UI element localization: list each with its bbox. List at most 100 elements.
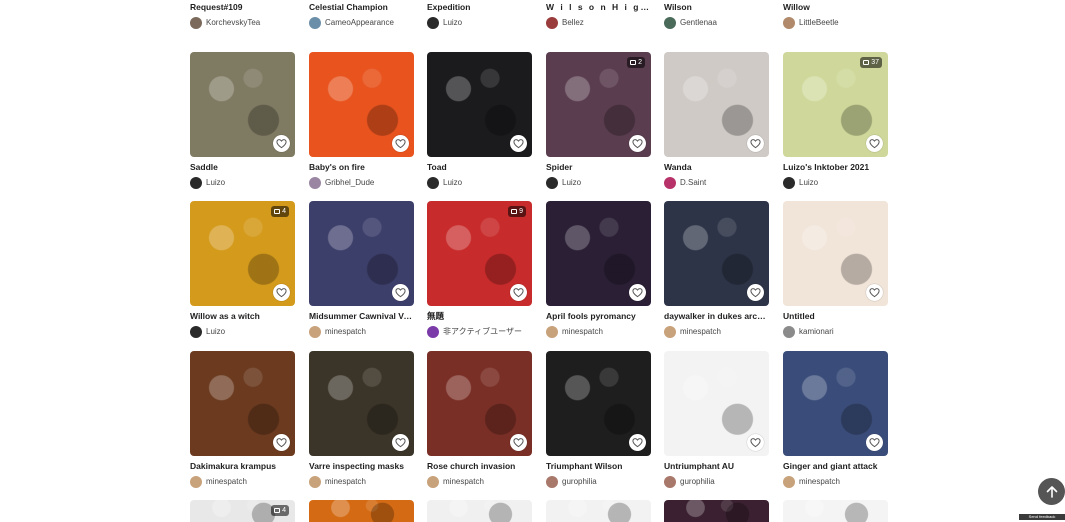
artwork-card[interactable]: Willow LittleBeetle (783, 0, 888, 29)
artwork-thumbnail[interactable] (783, 351, 888, 456)
artist-name[interactable]: gurophilia (680, 476, 715, 488)
artwork-thumbnail[interactable] (664, 500, 769, 522)
artwork-card[interactable]: Baby's on fire Gribhel_Dude (309, 52, 414, 189)
artist-link[interactable]: Luizo (427, 17, 532, 29)
artwork-title[interactable]: 無題 (427, 311, 532, 321)
artist-name[interactable]: Gribhel_Dude (325, 177, 374, 189)
artist-link[interactable]: gurophilia (664, 476, 769, 488)
like-button[interactable] (747, 284, 764, 301)
artwork-card[interactable]: Wilson Gentlenaa (664, 0, 769, 29)
artist-link[interactable]: Luizo (783, 177, 888, 189)
like-button[interactable] (629, 434, 646, 451)
artwork-card[interactable]: 37 Luizo's Inktober 2021 Luizo (783, 52, 888, 189)
send-feedback-button[interactable]: Send feedback (1019, 514, 1065, 520)
artwork-card[interactable]: Celestial Champion CameoAppearance (309, 0, 414, 29)
artwork-card[interactable] (309, 500, 414, 522)
artist-name[interactable]: Luizo (443, 17, 462, 29)
artist-link[interactable]: minespatch (546, 326, 651, 338)
artwork-thumbnail[interactable] (309, 500, 414, 522)
artwork-card[interactable] (783, 500, 888, 522)
like-button[interactable] (510, 284, 527, 301)
artwork-title[interactable]: Ginger and giant attack (783, 461, 888, 471)
avatar[interactable] (309, 17, 321, 29)
avatar[interactable] (546, 326, 558, 338)
avatar[interactable] (427, 17, 439, 29)
artwork-title[interactable]: Expedition (427, 2, 532, 12)
artwork-title[interactable]: Wilson (664, 2, 769, 12)
artwork-title[interactable]: Luizo's Inktober 2021 (783, 162, 888, 172)
artwork-thumbnail[interactable] (664, 201, 769, 306)
artwork-title[interactable]: Baby's on fire (309, 162, 414, 172)
artwork-title[interactable]: April fools pyromancy (546, 311, 651, 321)
artwork-title[interactable]: Toad (427, 162, 532, 172)
artwork-thumbnail[interactable] (546, 201, 651, 306)
avatar[interactable] (783, 326, 795, 338)
artwork-thumbnail[interactable] (309, 52, 414, 157)
artwork-card[interactable]: Toad Luizo (427, 52, 532, 189)
artist-link[interactable]: minespatch (783, 476, 888, 488)
artwork-title[interactable]: Wanda (664, 162, 769, 172)
artist-name[interactable]: minespatch (799, 476, 840, 488)
artist-link[interactable]: Luizo (190, 177, 295, 189)
artwork-title[interactable]: Varre inspecting masks (309, 461, 414, 471)
artist-name[interactable]: Luizo (799, 177, 818, 189)
artist-name[interactable]: D.Saint (680, 177, 706, 189)
artist-link[interactable]: minespatch (309, 476, 414, 488)
artist-name[interactable]: kamionari (799, 326, 834, 338)
artwork-title[interactable]: Saddle (190, 162, 295, 172)
avatar[interactable] (190, 17, 202, 29)
like-button[interactable] (392, 135, 409, 152)
artwork-thumbnail[interactable] (664, 52, 769, 157)
artwork-card[interactable]: 4 Willow as a witch Luizo (190, 201, 295, 338)
artwork-title[interactable]: daywalker in dukes archives (664, 311, 769, 321)
artwork-thumbnail[interactable] (427, 52, 532, 157)
like-button[interactable] (629, 135, 646, 152)
artwork-title[interactable]: Midsummer Cawnival Velka (309, 311, 414, 321)
like-button[interactable] (510, 135, 527, 152)
artist-name[interactable]: KorchevskyTea (206, 17, 260, 29)
artwork-thumbnail[interactable] (190, 351, 295, 456)
artwork-thumbnail[interactable] (546, 500, 651, 522)
like-button[interactable] (866, 284, 883, 301)
like-button[interactable] (510, 434, 527, 451)
artist-name[interactable]: minespatch (325, 326, 366, 338)
artist-link[interactable]: CameoAppearance (309, 17, 414, 29)
artwork-card[interactable]: W i l s o n H i g g s b u r y Bellez (546, 0, 651, 29)
artwork-thumbnail[interactable]: 37 (783, 52, 888, 157)
artwork-card[interactable] (546, 500, 651, 522)
artist-link[interactable]: minespatch (427, 476, 532, 488)
avatar[interactable] (664, 326, 676, 338)
artist-name[interactable]: CameoAppearance (325, 17, 394, 29)
artist-link[interactable]: D.Saint (664, 177, 769, 189)
avatar[interactable] (309, 326, 321, 338)
artist-link[interactable]: Bellez (546, 17, 651, 29)
artist-link[interactable]: Luizo (190, 326, 295, 338)
artwork-title[interactable]: Dakimakura krampus (190, 461, 295, 471)
artwork-thumbnail[interactable] (309, 351, 414, 456)
avatar[interactable] (783, 17, 795, 29)
artwork-card[interactable]: daywalker in dukes archives minespatch (664, 201, 769, 338)
artwork-card[interactable]: 4 (190, 500, 295, 522)
avatar[interactable] (190, 326, 202, 338)
artwork-card[interactable] (427, 500, 532, 522)
artwork-thumbnail[interactable] (427, 351, 532, 456)
artwork-title[interactable]: W i l s o n H i g g s b u r y (546, 2, 651, 12)
avatar[interactable] (190, 476, 202, 488)
back-to-top-button[interactable] (1038, 478, 1065, 505)
artwork-card[interactable]: 9 無題 非アクティブユーザー (427, 201, 532, 338)
like-button[interactable] (392, 284, 409, 301)
artist-link[interactable]: Gentlenaa (664, 17, 769, 29)
artwork-thumbnail[interactable] (190, 52, 295, 157)
artwork-card[interactable]: Untriumphant AU gurophilia (664, 351, 769, 488)
artist-link[interactable]: Luizo (427, 177, 532, 189)
artist-link[interactable]: Gribhel_Dude (309, 177, 414, 189)
avatar[interactable] (783, 177, 795, 189)
avatar[interactable] (427, 177, 439, 189)
artwork-card[interactable]: Saddle Luizo (190, 52, 295, 189)
artwork-thumbnail[interactable] (664, 351, 769, 456)
artwork-card[interactable]: Midsummer Cawnival Velka minespatch (309, 201, 414, 338)
artist-link[interactable]: gurophilia (546, 476, 651, 488)
artwork-card[interactable]: Triumphant Wilson gurophilia (546, 351, 651, 488)
like-button[interactable] (866, 135, 883, 152)
artist-link[interactable]: minespatch (190, 476, 295, 488)
